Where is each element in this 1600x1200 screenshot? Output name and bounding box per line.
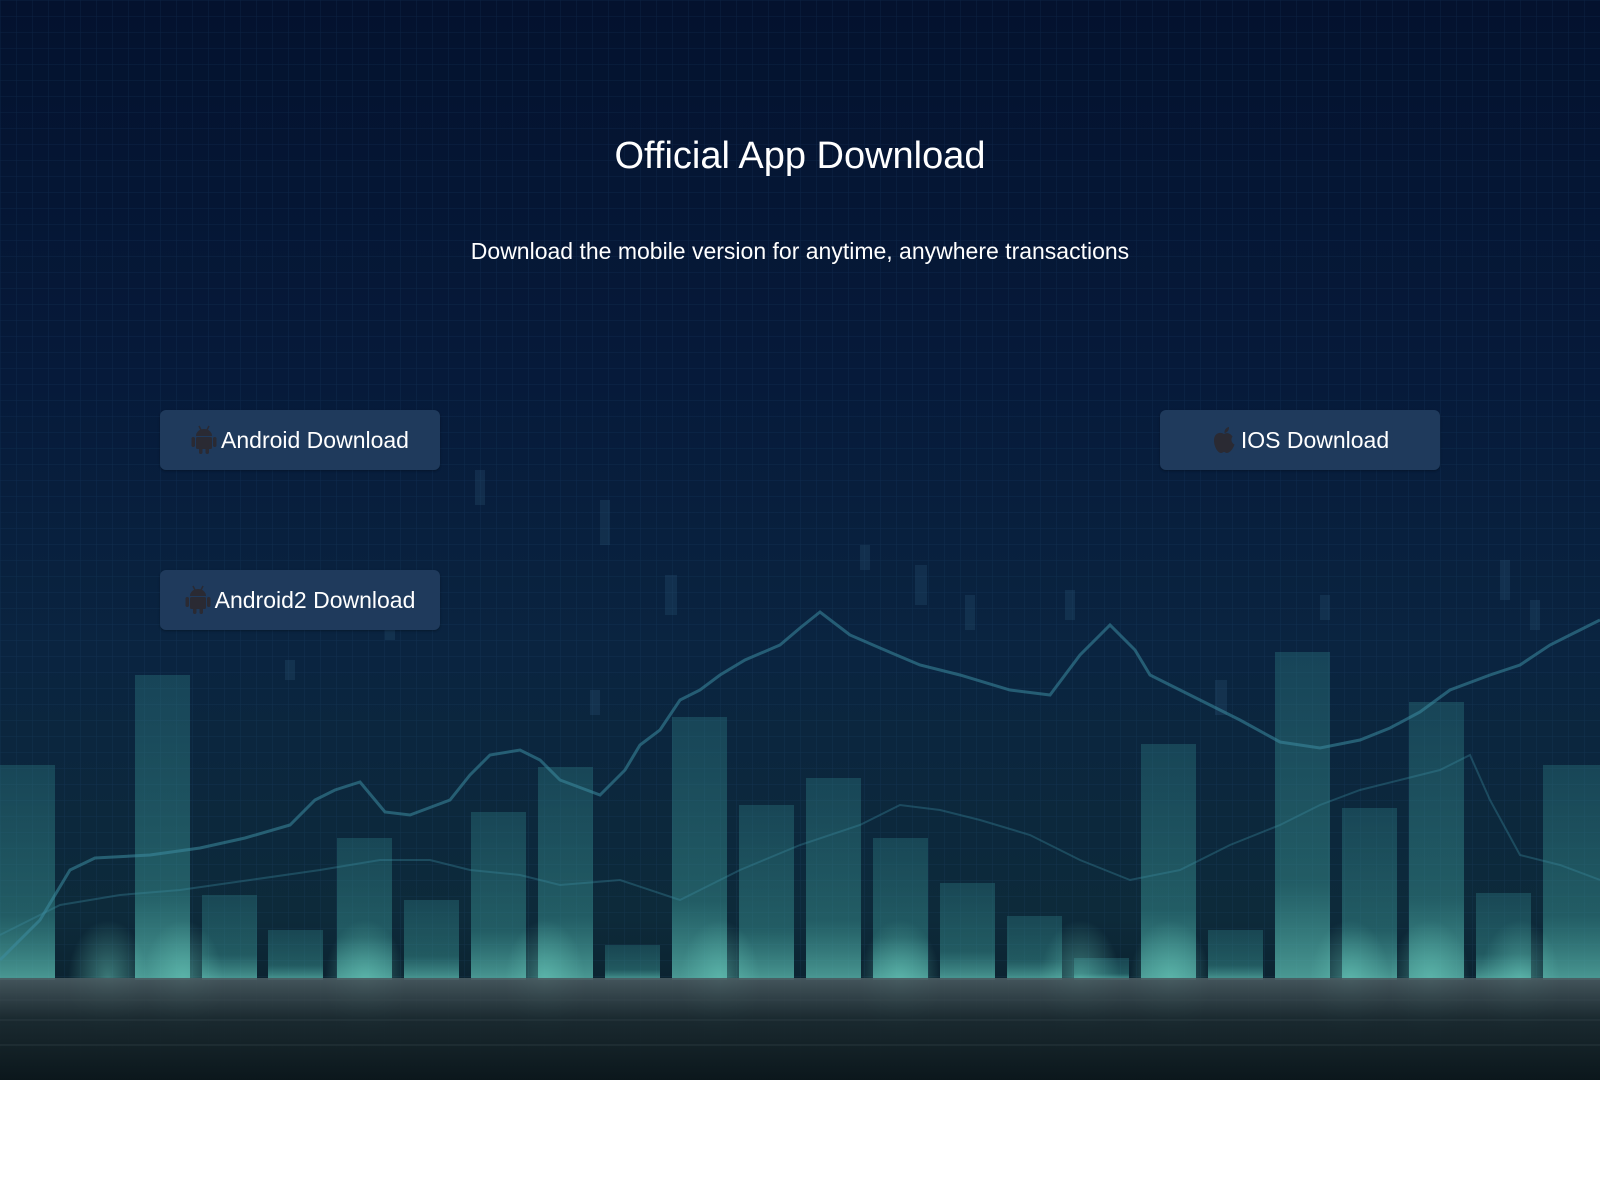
android-icon: [191, 425, 217, 455]
hero-section: Official App Download Download the mobil…: [0, 0, 1600, 1080]
page-subtitle: Download the mobile version for anytime,…: [470, 238, 1130, 264]
android-download-button[interactable]: Android Download: [160, 410, 440, 470]
android-download-label: Android Download: [221, 426, 409, 453]
page-footer-blank: [0, 1080, 1600, 1200]
android-icon: [185, 585, 211, 615]
ios-download-button[interactable]: IOS Download: [1160, 410, 1440, 470]
android2-download-button[interactable]: Android2 Download: [160, 570, 440, 630]
ios-download-label: IOS Download: [1240, 426, 1390, 453]
apple-icon: [1211, 425, 1237, 455]
page-title: Official App Download: [614, 135, 986, 177]
android2-download-label: Android2 Download: [214, 586, 416, 613]
